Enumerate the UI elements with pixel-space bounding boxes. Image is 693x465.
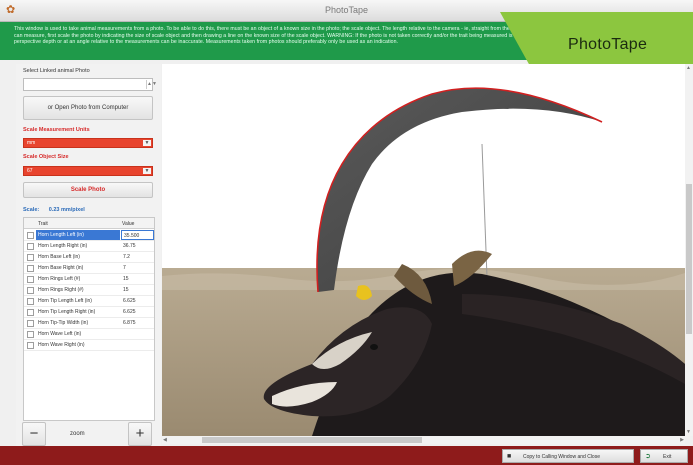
trait-value-cell[interactable]: 36.75 bbox=[121, 241, 154, 251]
brand-label: PhotoTape bbox=[568, 36, 648, 53]
row-checkbox[interactable] bbox=[27, 265, 34, 272]
exit-button[interactable]: ➲ Exit bbox=[640, 449, 688, 463]
exit-label: Exit bbox=[663, 454, 672, 460]
grid-header: Trait Value bbox=[24, 218, 154, 229]
units-value: mm bbox=[27, 140, 36, 146]
units-select[interactable]: mm ▼ bbox=[23, 138, 153, 148]
zoom-label: zoom bbox=[70, 431, 85, 437]
trait-name-cell[interactable]: Horn Wave Right (in) bbox=[36, 340, 120, 350]
copy-and-close-label: Copy to Calling Window and Close bbox=[523, 454, 600, 460]
table-row[interactable]: Horn Base Left (in) 7.2 bbox=[24, 252, 154, 263]
trait-value-cell[interactable]: 6.625 bbox=[121, 307, 154, 317]
table-row[interactable]: Horn Tip Length Left (in) 6.625 bbox=[24, 296, 154, 307]
table-row[interactable]: Horn Base Right (in) 7 bbox=[24, 263, 154, 274]
trait-value-cell[interactable]: 35.500 bbox=[121, 230, 154, 240]
trait-name-cell[interactable]: Horn Length Left (in) bbox=[36, 230, 120, 240]
trait-name-cell[interactable]: Horn Rings Right (#) bbox=[36, 285, 120, 295]
antelope-photo bbox=[162, 64, 685, 436]
trait-value-cell[interactable] bbox=[121, 329, 154, 339]
horizontal-scrollbar[interactable]: ◀ ▶ bbox=[162, 436, 685, 444]
scale-readout: Scale: 0.23 mm/pixel bbox=[23, 207, 85, 213]
chevron-down-icon[interactable]: ▼ bbox=[143, 168, 151, 174]
row-checkbox[interactable] bbox=[27, 276, 34, 283]
trait-name-cell[interactable]: Horn Base Right (in) bbox=[36, 263, 120, 273]
row-checkbox[interactable] bbox=[27, 320, 34, 327]
object-size-select[interactable]: 67 ▼ bbox=[23, 166, 153, 176]
trait-name-cell[interactable]: Horn Rings Left (#) bbox=[36, 274, 120, 284]
phototape-window: ✿ PhotoTape This window is used to take … bbox=[0, 0, 693, 465]
photo-canvas[interactable] bbox=[162, 64, 685, 436]
vertical-scroll-thumb[interactable] bbox=[686, 184, 692, 334]
antelope-eye bbox=[370, 344, 378, 350]
table-row[interactable]: Horn Rings Left (#) 15 bbox=[24, 274, 154, 285]
scale-value: 0.23 mm/pixel bbox=[48, 207, 85, 213]
zoom-in-button[interactable]: + bbox=[128, 422, 152, 446]
row-checkbox[interactable] bbox=[27, 298, 34, 305]
horizontal-scroll-thumb[interactable] bbox=[202, 437, 422, 443]
row-checkbox[interactable] bbox=[27, 254, 34, 261]
table-row[interactable]: Horn Wave Left (in) bbox=[24, 329, 154, 340]
save-icon: ■ bbox=[507, 453, 512, 460]
exit-icon: ➲ bbox=[645, 453, 651, 460]
instruction-text: This window is used to take animal measu… bbox=[14, 26, 551, 46]
trait-name-cell[interactable]: Horn Tip Length Left (in) bbox=[36, 296, 120, 306]
units-label: Scale Measurement Units bbox=[23, 127, 90, 133]
scroll-down-icon[interactable]: ▼ bbox=[686, 429, 691, 435]
left-panel: Select Linked animal Photo ▲▼ or Open Ph… bbox=[16, 64, 161, 448]
open-photo-button[interactable]: or Open Photo from Computer bbox=[23, 96, 153, 120]
scroll-up-icon[interactable]: ▲ bbox=[686, 65, 691, 71]
trait-name-cell[interactable]: Horn Length Right (in) bbox=[36, 241, 120, 251]
trait-value-cell[interactable]: 15 bbox=[121, 285, 154, 295]
object-size-label: Scale Object Size bbox=[23, 154, 69, 160]
trait-value-cell[interactable]: 7 bbox=[121, 263, 154, 273]
row-checkbox[interactable] bbox=[27, 309, 34, 316]
object-size-value: 67 bbox=[27, 168, 33, 174]
sky bbox=[162, 64, 685, 269]
trait-name-cell[interactable]: Horn Base Left (in) bbox=[36, 252, 120, 262]
linked-photo-label: Select Linked animal Photo bbox=[23, 68, 90, 74]
row-checkbox[interactable] bbox=[27, 243, 34, 250]
trait-value-cell[interactable] bbox=[121, 340, 154, 350]
column-header-value: Value bbox=[122, 221, 135, 227]
trait-name-cell[interactable]: Horn Wave Left (in) bbox=[36, 329, 120, 339]
traits-grid: Trait Value Horn Length Left (in) 35.500 H… bbox=[23, 217, 155, 421]
row-checkbox[interactable] bbox=[27, 331, 34, 338]
trait-name-cell[interactable]: Horn Tip-Tip Width (in) bbox=[36, 318, 120, 328]
scroll-arrows-icon[interactable]: ▲▼ bbox=[146, 80, 157, 89]
trait-value-cell[interactable]: 6.875 bbox=[121, 318, 154, 328]
table-row[interactable]: Horn Tip Length Right (in) 6.625 bbox=[24, 307, 154, 318]
vertical-scrollbar[interactable]: ▲ ▼ bbox=[685, 64, 693, 436]
chevron-down-icon[interactable]: ▼ bbox=[143, 140, 151, 146]
scroll-right-icon[interactable]: ▶ bbox=[680, 437, 684, 443]
table-row[interactable]: Horn Tip-Tip Width (in) 6.875 bbox=[24, 318, 154, 329]
table-row[interactable]: Horn Rings Right (#) 15 bbox=[24, 285, 154, 296]
bottom-bar: ■ Copy to Calling Window and Close ➲ Exi… bbox=[0, 446, 693, 465]
row-checkbox[interactable] bbox=[27, 287, 34, 294]
trait-value-cell[interactable]: 7.2 bbox=[121, 252, 154, 262]
table-row[interactable]: Horn Wave Right (in) bbox=[24, 340, 154, 351]
row-checkbox[interactable] bbox=[27, 232, 34, 239]
trait-value-cell[interactable]: 15 bbox=[121, 274, 154, 284]
copy-and-close-button[interactable]: ■ Copy to Calling Window and Close bbox=[502, 449, 634, 463]
trait-value-cell[interactable]: 6.625 bbox=[121, 296, 154, 306]
zoom-out-button[interactable]: − bbox=[22, 422, 46, 446]
row-checkbox[interactable] bbox=[27, 342, 34, 349]
linked-photo-input[interactable] bbox=[23, 78, 153, 91]
trait-name-cell[interactable]: Horn Tip Length Right (in) bbox=[36, 307, 120, 317]
table-row[interactable]: Horn Length Right (in) 36.75 bbox=[24, 241, 154, 252]
scroll-left-icon[interactable]: ◀ bbox=[163, 437, 167, 443]
table-row[interactable]: Horn Length Left (in) 35.500 bbox=[24, 230, 154, 241]
scale-photo-button[interactable]: Scale Photo bbox=[23, 182, 153, 198]
column-header-trait: Trait bbox=[38, 221, 48, 227]
scale-label: Scale: bbox=[23, 207, 40, 213]
